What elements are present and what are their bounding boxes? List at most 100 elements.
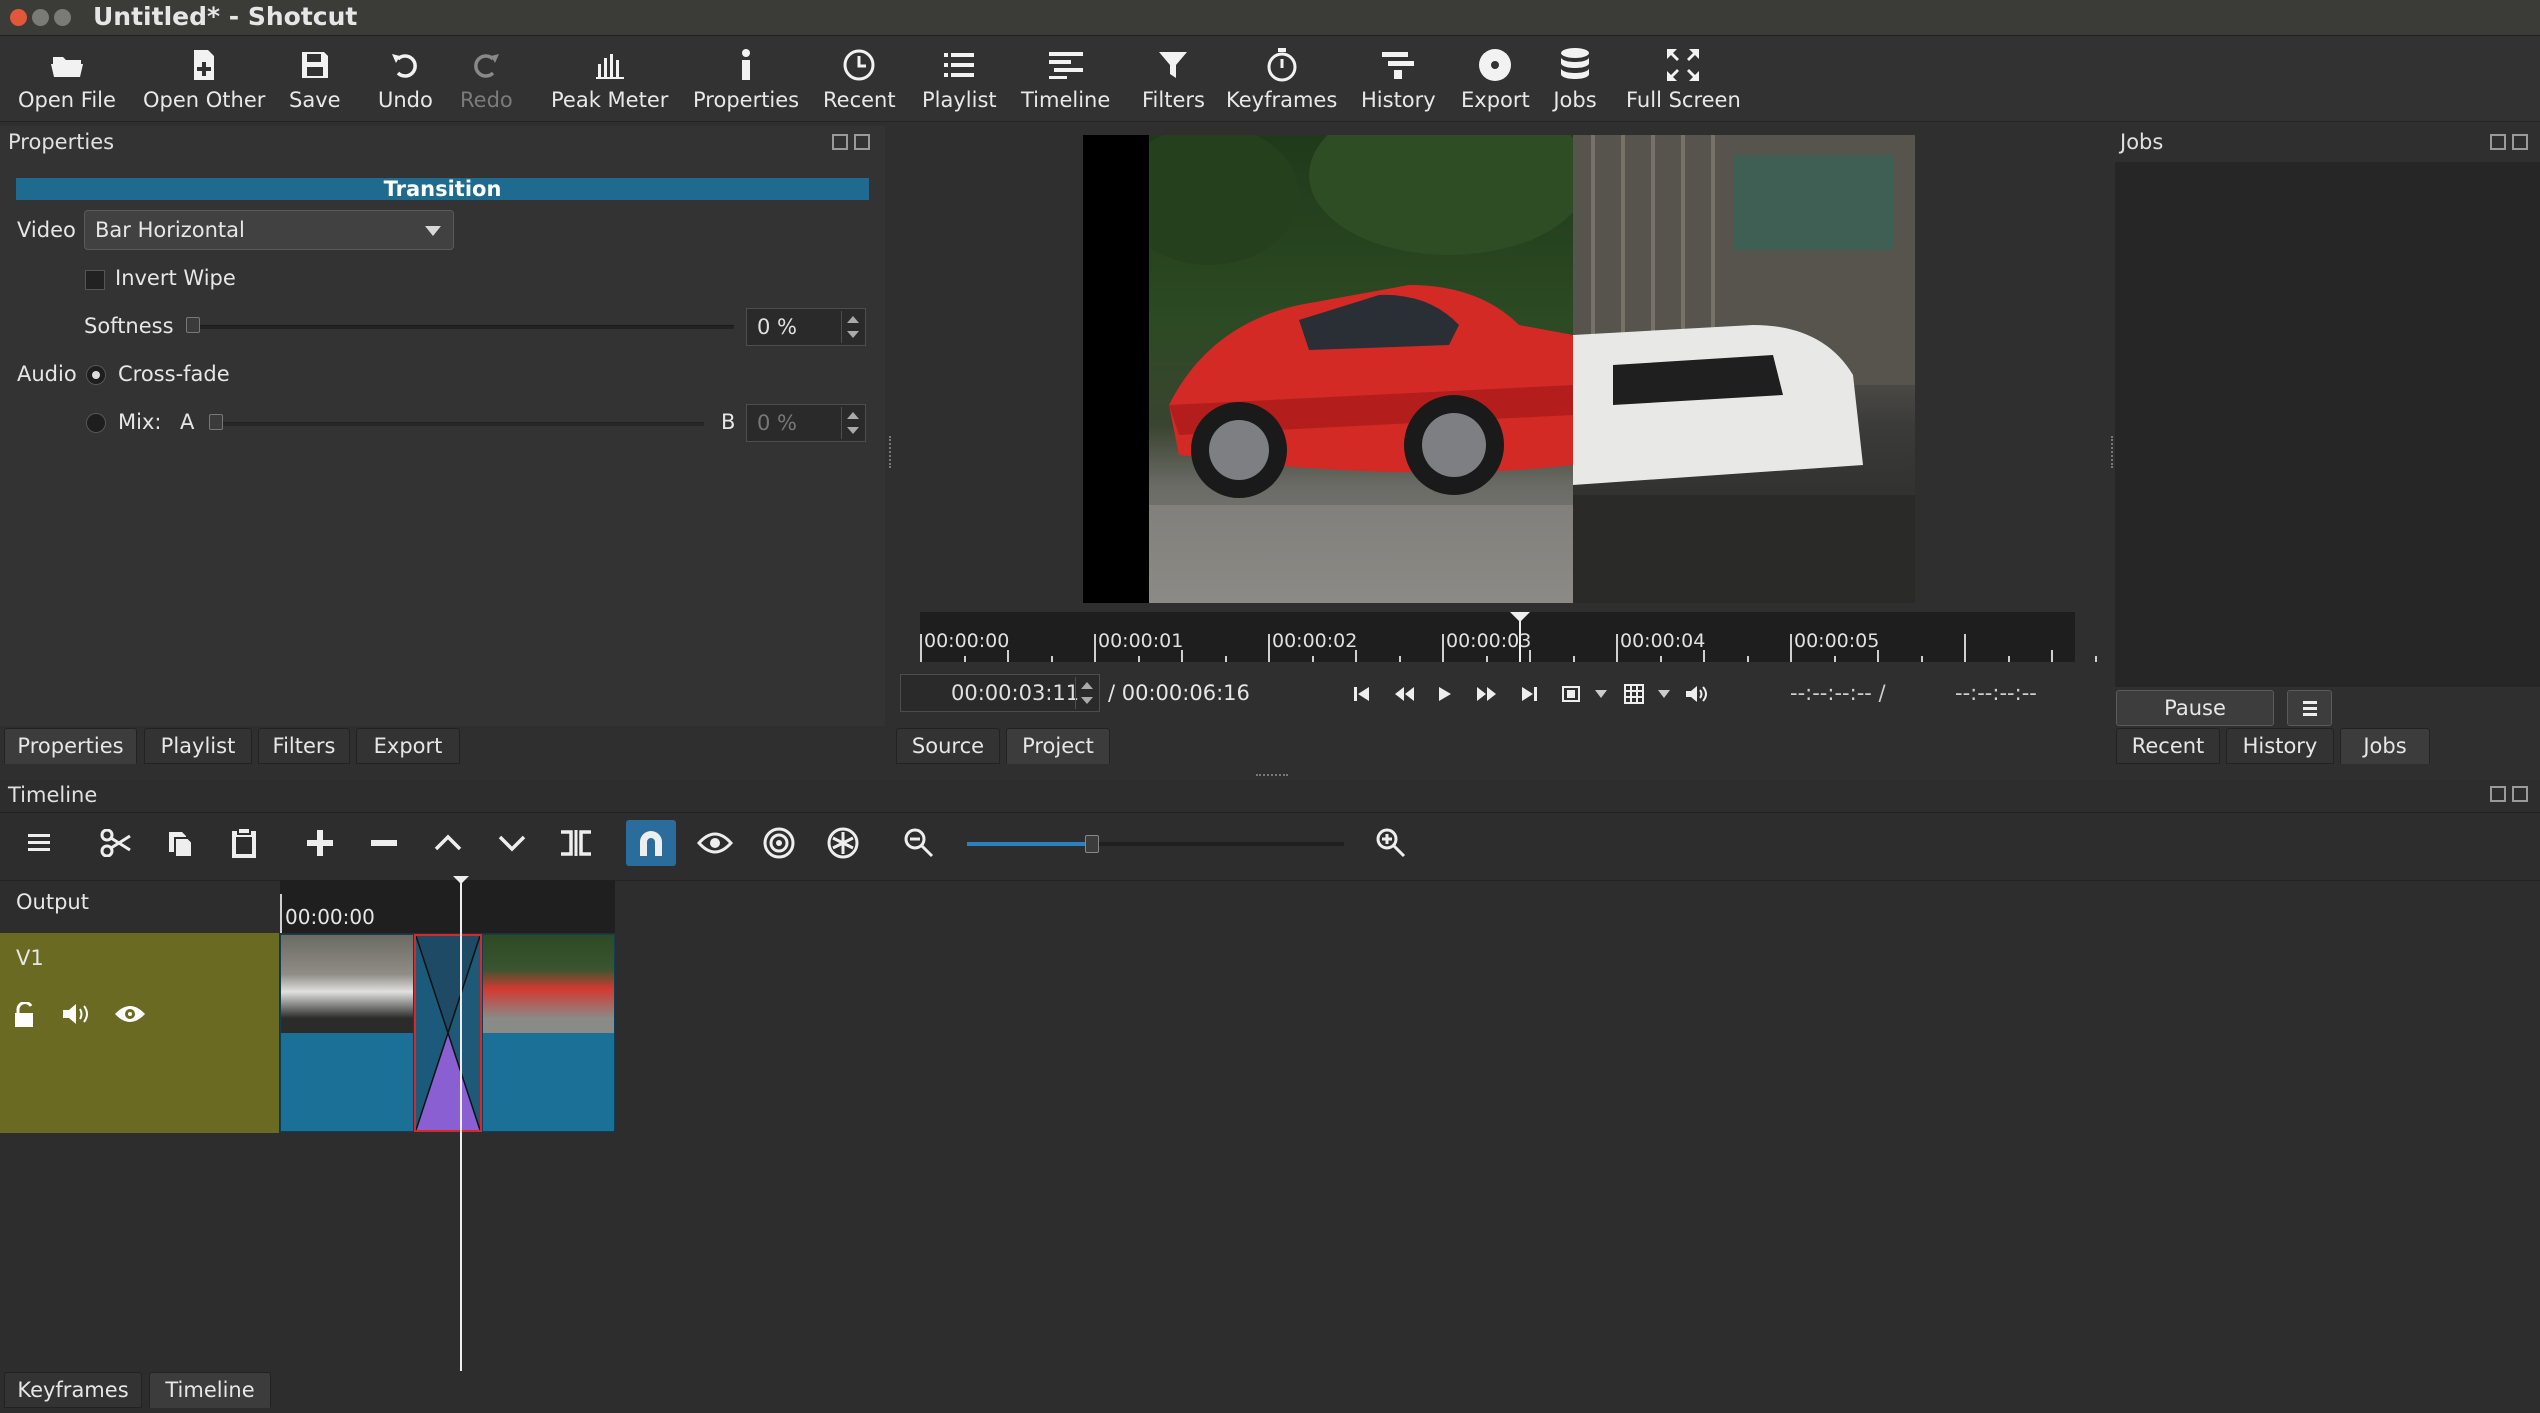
keyframes-button[interactable]: Keyframes <box>1226 44 1337 118</box>
window-close-button[interactable] <box>10 9 27 26</box>
tab-keyframes[interactable]: Keyframes <box>4 1372 142 1408</box>
softness-slider-handle[interactable] <box>186 317 200 333</box>
grid-button[interactable] <box>1619 680 1649 708</box>
spin-arrows-icon[interactable] <box>841 311 863 343</box>
scrub-button[interactable] <box>690 820 740 866</box>
paste-button[interactable] <box>219 820 269 866</box>
left-splitter-handle[interactable] <box>889 436 892 468</box>
tab-filters[interactable]: Filters <box>258 728 350 764</box>
cut-button[interactable] <box>91 820 141 866</box>
zoom-out-button[interactable] <box>894 820 944 866</box>
snap-button[interactable] <box>626 820 676 866</box>
skip-next-button[interactable] <box>1514 680 1544 708</box>
float-icon[interactable] <box>2490 134 2506 150</box>
mix-spinbox[interactable]: 0 % <box>746 404 866 442</box>
play-icon <box>1439 687 1451 701</box>
tab-jobs[interactable]: Jobs <box>2340 728 2430 764</box>
remove-button[interactable] <box>359 820 409 866</box>
jobs-menu-button[interactable] <box>2287 690 2332 726</box>
peak-meter-icon <box>588 44 632 86</box>
overwrite-button[interactable] <box>487 820 537 866</box>
timeline-playhead[interactable] <box>453 876 469 1376</box>
zoom-dropdown-button[interactable] <box>1586 680 1616 708</box>
play-button[interactable] <box>1430 680 1460 708</box>
playlist-button[interactable]: Playlist <box>922 44 997 118</box>
recent-button[interactable]: Recent <box>823 44 896 118</box>
float-icon[interactable] <box>832 134 848 150</box>
skip-previous-button[interactable] <box>1347 680 1377 708</box>
fast-forward-button[interactable] <box>1472 680 1502 708</box>
video-transition-select[interactable]: Bar Horizontal <box>84 210 454 250</box>
pause-button[interactable]: Pause <box>2116 690 2274 726</box>
zoom-fit-button[interactable] <box>1556 680 1586 708</box>
mix-radio[interactable] <box>86 413 106 433</box>
spin-arrows-icon[interactable] <box>1075 677 1097 709</box>
full-screen-button[interactable]: Full Screen <box>1626 44 1741 118</box>
lift-button[interactable] <box>423 820 473 866</box>
history-button[interactable]: History <box>1361 44 1436 118</box>
timeline-icon <box>1044 44 1088 86</box>
tab-playlist[interactable]: Playlist <box>144 728 252 764</box>
close-icon[interactable] <box>2512 134 2528 150</box>
copy-button[interactable] <box>155 820 205 866</box>
ripple-icon <box>763 827 795 859</box>
undo-button[interactable]: Undo <box>378 44 433 118</box>
spin-arrows-icon[interactable] <box>841 407 863 439</box>
mix-slider-track[interactable] <box>212 422 704 426</box>
zoom-slider-handle[interactable] <box>1085 835 1099 853</box>
timeline-menu-button[interactable] <box>14 820 64 866</box>
tab-source[interactable]: Source <box>896 728 1000 764</box>
tab-export[interactable]: Export <box>356 728 460 764</box>
close-icon[interactable] <box>2512 786 2528 802</box>
jobs-list[interactable] <box>2115 162 2540 687</box>
timeline-transition-clip[interactable] <box>414 934 482 1132</box>
redo-button[interactable]: Redo <box>460 44 513 118</box>
split-button[interactable] <box>551 820 601 866</box>
timeline-clip-white-car[interactable] <box>280 934 414 1132</box>
ruler-time-label: 00:00:05 <box>1794 630 1880 652</box>
timeline-button[interactable]: Timeline <box>1021 44 1110 118</box>
rewind-button[interactable] <box>1389 680 1419 708</box>
eye-icon[interactable] <box>114 1004 146 1029</box>
invert-wipe-label: Invert Wipe <box>115 266 236 290</box>
tab-timeline[interactable]: Timeline <box>149 1372 271 1408</box>
tab-history[interactable]: History <box>2226 728 2334 764</box>
viewer-scrubber[interactable]: 00:00:00 00:00:01 00:00:02 00:00:03 00:00:04… <box>920 612 2097 662</box>
save-button[interactable]: Save <box>289 44 341 118</box>
volume-button[interactable] <box>1682 680 1712 708</box>
filters-button[interactable]: Filters <box>1142 44 1205 118</box>
ripple-button[interactable] <box>754 820 804 866</box>
close-icon[interactable] <box>854 134 870 150</box>
preview-image-red-car <box>1149 135 1573 603</box>
crossfade-radio[interactable] <box>86 365 106 385</box>
timeline-clip-red-car[interactable] <box>482 934 615 1132</box>
speaker-icon[interactable] <box>62 1003 92 1030</box>
peak-meter-button[interactable]: Peak Meter <box>551 44 668 118</box>
ruler-tick <box>1442 634 1444 662</box>
zoom-in-button[interactable] <box>1366 820 1416 866</box>
open-file-button[interactable]: Open File <box>18 44 116 118</box>
open-other-button[interactable]: Open Other <box>143 44 265 118</box>
float-icon[interactable] <box>2490 786 2506 802</box>
window-minimize-button[interactable] <box>32 9 49 26</box>
chevron-up-icon <box>434 834 462 851</box>
jobs-button[interactable]: Jobs <box>1553 44 1597 118</box>
export-button[interactable]: Export <box>1461 44 1530 118</box>
append-button[interactable] <box>295 820 345 866</box>
tab-properties[interactable]: Properties <box>4 728 137 764</box>
properties-button[interactable]: Properties <box>693 44 799 118</box>
invert-wipe-checkbox[interactable] <box>85 270 105 290</box>
grid-dropdown-button[interactable] <box>1649 680 1679 708</box>
playhead-marker-icon[interactable] <box>1508 612 1532 667</box>
softness-spinbox[interactable]: 0 % <box>746 308 866 346</box>
horizontal-splitter-handle[interactable] <box>1256 774 1288 777</box>
lock-icon[interactable] <box>14 1001 36 1033</box>
window-maximize-button[interactable] <box>54 9 71 26</box>
ripple-all-button[interactable] <box>818 820 868 866</box>
mix-slider-handle[interactable] <box>209 414 223 430</box>
softness-slider-track[interactable] <box>188 325 734 329</box>
right-splitter-handle[interactable] <box>2111 436 2114 468</box>
tab-recent[interactable]: Recent <box>2116 728 2220 764</box>
current-timecode-field[interactable]: 00:00:03:11 <box>900 674 1100 712</box>
tab-project[interactable]: Project <box>1006 728 1110 764</box>
